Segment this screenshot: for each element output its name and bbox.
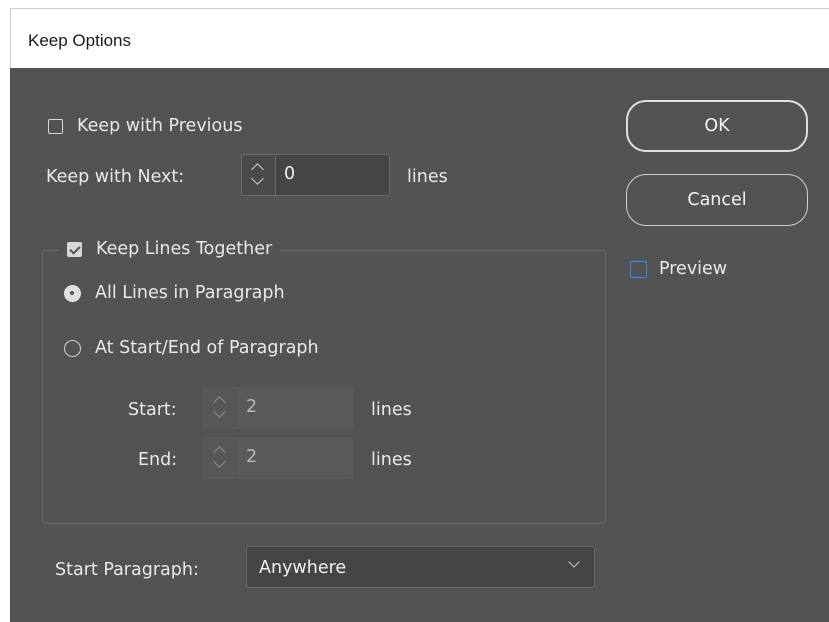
preview-checkbox[interactable] <box>630 260 647 278</box>
chevron-down-icon[interactable] <box>568 556 580 568</box>
cancel-button[interactable]: Cancel <box>626 174 808 226</box>
radio-start-end-row[interactable]: At Start/End of Paragraph <box>64 338 319 358</box>
start-end-label: At Start/End of Paragraph <box>95 338 319 358</box>
start-paragraph-label: Start Paragraph: <box>55 560 199 580</box>
end-lines-unit: lines <box>371 450 412 470</box>
keep-with-next-unit: lines <box>407 167 448 187</box>
keep-with-previous-label: Keep with Previous <box>77 116 243 136</box>
window-title: Keep Options <box>28 31 132 50</box>
keep-with-next-label: Keep with Next: <box>46 167 185 187</box>
end-lines-input[interactable]: 2 <box>237 437 353 479</box>
all-lines-label: All Lines in Paragraph <box>95 283 285 303</box>
keep-lines-together-label: Keep Lines Together <box>96 239 273 259</box>
preview-row[interactable]: Preview <box>630 259 727 279</box>
end-lines-stepper[interactable]: 2 <box>203 437 353 479</box>
keep-with-next-input[interactable]: 0 <box>275 154 390 196</box>
all-lines-radio[interactable] <box>64 284 81 302</box>
keep-lines-together-checkbox[interactable] <box>67 241 82 257</box>
start-lines-unit: lines <box>371 400 412 420</box>
title-bar: Keep Options <box>10 8 829 68</box>
keep-options-dialog: Keep with Previous Keep with Next: 0 lin… <box>10 68 829 622</box>
start-paragraph-select[interactable]: Anywhere <box>246 546 595 588</box>
end-stepper-arrows[interactable] <box>203 437 237 479</box>
keep-with-previous-checkbox[interactable] <box>48 118 63 134</box>
keep-with-next-stepper[interactable]: 0 <box>241 154 390 196</box>
start-paragraph-value: Anywhere <box>259 558 347 578</box>
end-label: End: <box>138 450 178 470</box>
radio-all-lines-row[interactable]: All Lines in Paragraph <box>64 283 285 303</box>
chevron-down-icon[interactable] <box>213 455 226 468</box>
start-lines-input[interactable]: 2 <box>237 387 353 429</box>
ok-button[interactable]: OK <box>626 100 808 152</box>
preview-label: Preview <box>659 259 728 279</box>
chevron-down-icon[interactable] <box>213 405 226 418</box>
keep-lines-together-legend[interactable]: Keep Lines Together <box>59 236 281 262</box>
chevron-down-icon[interactable] <box>251 172 264 185</box>
start-stepper-arrows[interactable] <box>203 387 237 429</box>
start-label: Start: <box>128 400 177 420</box>
start-lines-stepper[interactable]: 2 <box>203 387 353 429</box>
keep-with-previous-row[interactable]: Keep with Previous <box>48 116 242 136</box>
start-end-radio[interactable] <box>64 339 81 357</box>
keep-with-next-stepper-arrows[interactable] <box>241 154 275 196</box>
